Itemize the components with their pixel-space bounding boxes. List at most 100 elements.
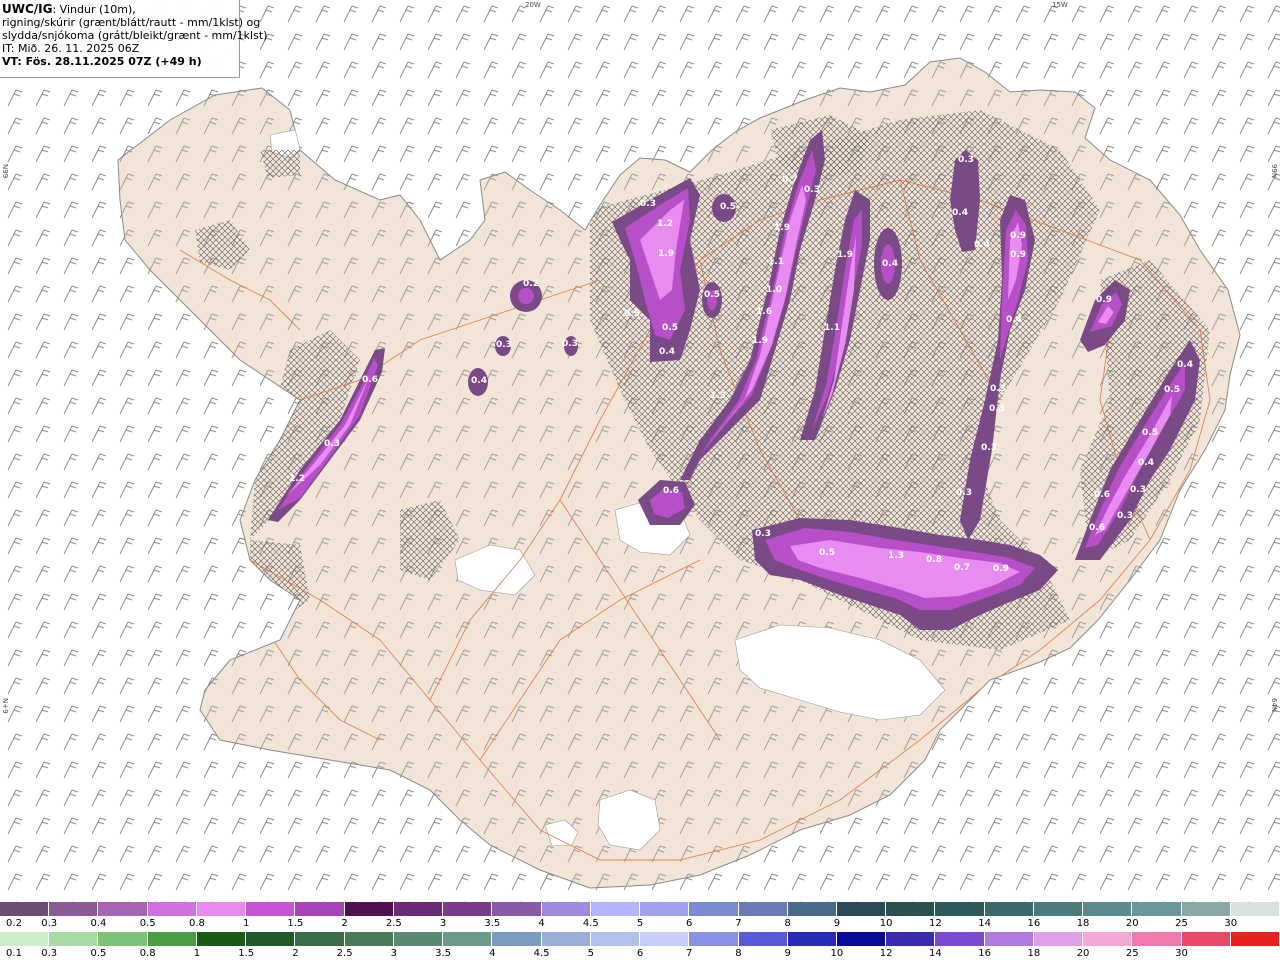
precip-value-label: 0.3 (956, 488, 972, 498)
precip-value-label: 0.5 (1164, 385, 1180, 395)
legend-label: 0.5 (90, 948, 107, 959)
legend-label: 12 (879, 948, 893, 959)
legend-swatch (1181, 932, 1231, 946)
precip-value-label: 0.6 (1094, 490, 1110, 500)
grid-label-left-lower: N+9 (1, 698, 9, 714)
legend-label: 0.8 (139, 948, 156, 959)
legend-swatch (836, 902, 887, 916)
legend-label: 25 (1175, 918, 1188, 929)
precip-value-label: 0.5 (662, 323, 678, 333)
snow-color-bar (0, 902, 1280, 916)
legend-swatch (196, 902, 247, 916)
precip-value-label: 1.1 (824, 323, 840, 333)
legend-swatch (246, 932, 296, 946)
legend-swatch (984, 932, 1034, 946)
legend-label: 9 (833, 918, 841, 929)
rain-color-bar (0, 932, 1280, 946)
weather-map: 0.31.21.90.50.50.40.50.51.91.11.01.61.91… (0, 0, 1280, 902)
precip-value-label: 0.6 (1089, 523, 1105, 533)
legend-swatch (49, 932, 99, 946)
precip-value-label: 0.3 (958, 155, 974, 165)
legend-swatch (1033, 932, 1084, 946)
legend-label: 2.5 (336, 948, 353, 959)
precip-value-label: 0.7 (782, 175, 798, 185)
snow-legend-labels: 0.2 0.3 0.4 0.5 0.8 1 1.5 2 2.5 3 3.5 4 4.5 5 6 7 8 9 10 12… (0, 918, 1280, 930)
valid-time: VT: Fös. 28.11.2025 07Z (+49 h) (2, 55, 202, 68)
legend-label: 10 (830, 948, 844, 959)
precip-value-label: 1.9 (658, 249, 674, 259)
precip-value-label: 0.3 (981, 443, 997, 453)
legend-label: 2 (341, 918, 348, 929)
legend-swatch (393, 902, 444, 916)
legend-label: 5 (636, 918, 644, 929)
legend-swatch (344, 902, 394, 916)
legend-swatch (393, 932, 444, 946)
precip-value-label: 0.5 (720, 202, 736, 212)
color-legend: 0.2 0.3 0.4 0.5 0.8 1 1.5 2 2.5 3 3.5 4 4.5 5 6 7 8 9 10 12… (0, 902, 1280, 960)
precip-value-label: 1.9 (752, 336, 768, 346)
precip-value-label: 0.4 (471, 376, 487, 386)
legend-swatch (344, 932, 394, 946)
legend-swatch (1083, 932, 1133, 946)
legend-label: 0.1 (6, 948, 22, 959)
legend-swatch (1033, 902, 1084, 916)
legend-swatch (935, 902, 985, 916)
precip-value-label: 0.9 (1010, 250, 1026, 260)
legend-label: 20 (1125, 918, 1139, 929)
precip-value-label: 1.2 (289, 474, 305, 484)
grid-label-right-lower: 64N (1270, 698, 1278, 713)
model-name: UWC/IG (2, 2, 53, 16)
precip-value-label: 1.1 (768, 257, 784, 267)
legend-label: 1 (242, 918, 250, 929)
precip-value-label: 1.9 (774, 223, 790, 233)
precip-value-label: 0.5 (819, 548, 835, 558)
precip-value-label: 0.6 (362, 375, 378, 385)
title-line-3: slydda/snjókoma (grátt/bleikt/grænt - mm… (2, 29, 268, 42)
legend-label: 6 (636, 948, 644, 959)
legend-swatch (984, 902, 1034, 916)
legend-swatch (49, 902, 99, 916)
precip-value-label: 0.3 (804, 185, 820, 195)
legend-label: 2 (292, 948, 299, 959)
legend-swatch (590, 932, 641, 946)
legend-swatch (246, 902, 296, 916)
legend-label: 0.2 (6, 918, 22, 929)
precip-value-label: 0.3 (1130, 485, 1146, 495)
legend-swatch (1230, 902, 1280, 916)
legend-swatch (640, 932, 690, 946)
legend-swatch (1132, 932, 1182, 946)
legend-label: 4.5 (582, 918, 599, 929)
legend-label: 7 (735, 918, 742, 929)
legend-swatch (886, 902, 936, 916)
legend-swatch (738, 902, 788, 916)
legend-swatch (0, 902, 50, 916)
legend-swatch (640, 902, 690, 916)
precip-value-label: 0.3 (755, 529, 771, 539)
precip-value-label: 0.3 (990, 384, 1006, 394)
precip-value-label: 0.4 (1138, 458, 1154, 468)
legend-label: 16 (978, 948, 991, 959)
legend-swatch (98, 932, 148, 946)
legend-label: 5 (587, 948, 594, 959)
legend-label: 12 (929, 918, 942, 929)
precip-value-label: 1.3 (710, 391, 726, 401)
legend-label: 0.3 (41, 948, 58, 959)
legend-swatch (443, 932, 493, 946)
grid-label-top-right: 15W (1052, 1, 1068, 9)
grid-label-top-left: 20W (525, 1, 541, 9)
legend-label: 25 (1125, 948, 1139, 959)
legend-swatch (147, 932, 197, 946)
legend-label: 0.4 (90, 918, 107, 929)
legend-swatch (689, 902, 739, 916)
initial-time: IT: Mið. 26. 11. 2025 06Z (2, 42, 140, 55)
precip-value-label: 0.3 (562, 339, 578, 349)
legend-label: 6 (686, 918, 693, 929)
legend-label: 4 (489, 948, 496, 959)
title-line-2: rigning/skúrir (grænt/blátt/rautt - mm/1… (2, 16, 261, 29)
legend-swatch (738, 932, 788, 946)
precip-value-label: 1.2 (657, 219, 673, 229)
legend-swatch (492, 932, 542, 946)
info-box: UWC/IG: Vindur (10m), rigning/skúrir (gr… (0, 0, 268, 78)
legend-swatch (836, 932, 887, 946)
legend-swatch (295, 932, 345, 946)
